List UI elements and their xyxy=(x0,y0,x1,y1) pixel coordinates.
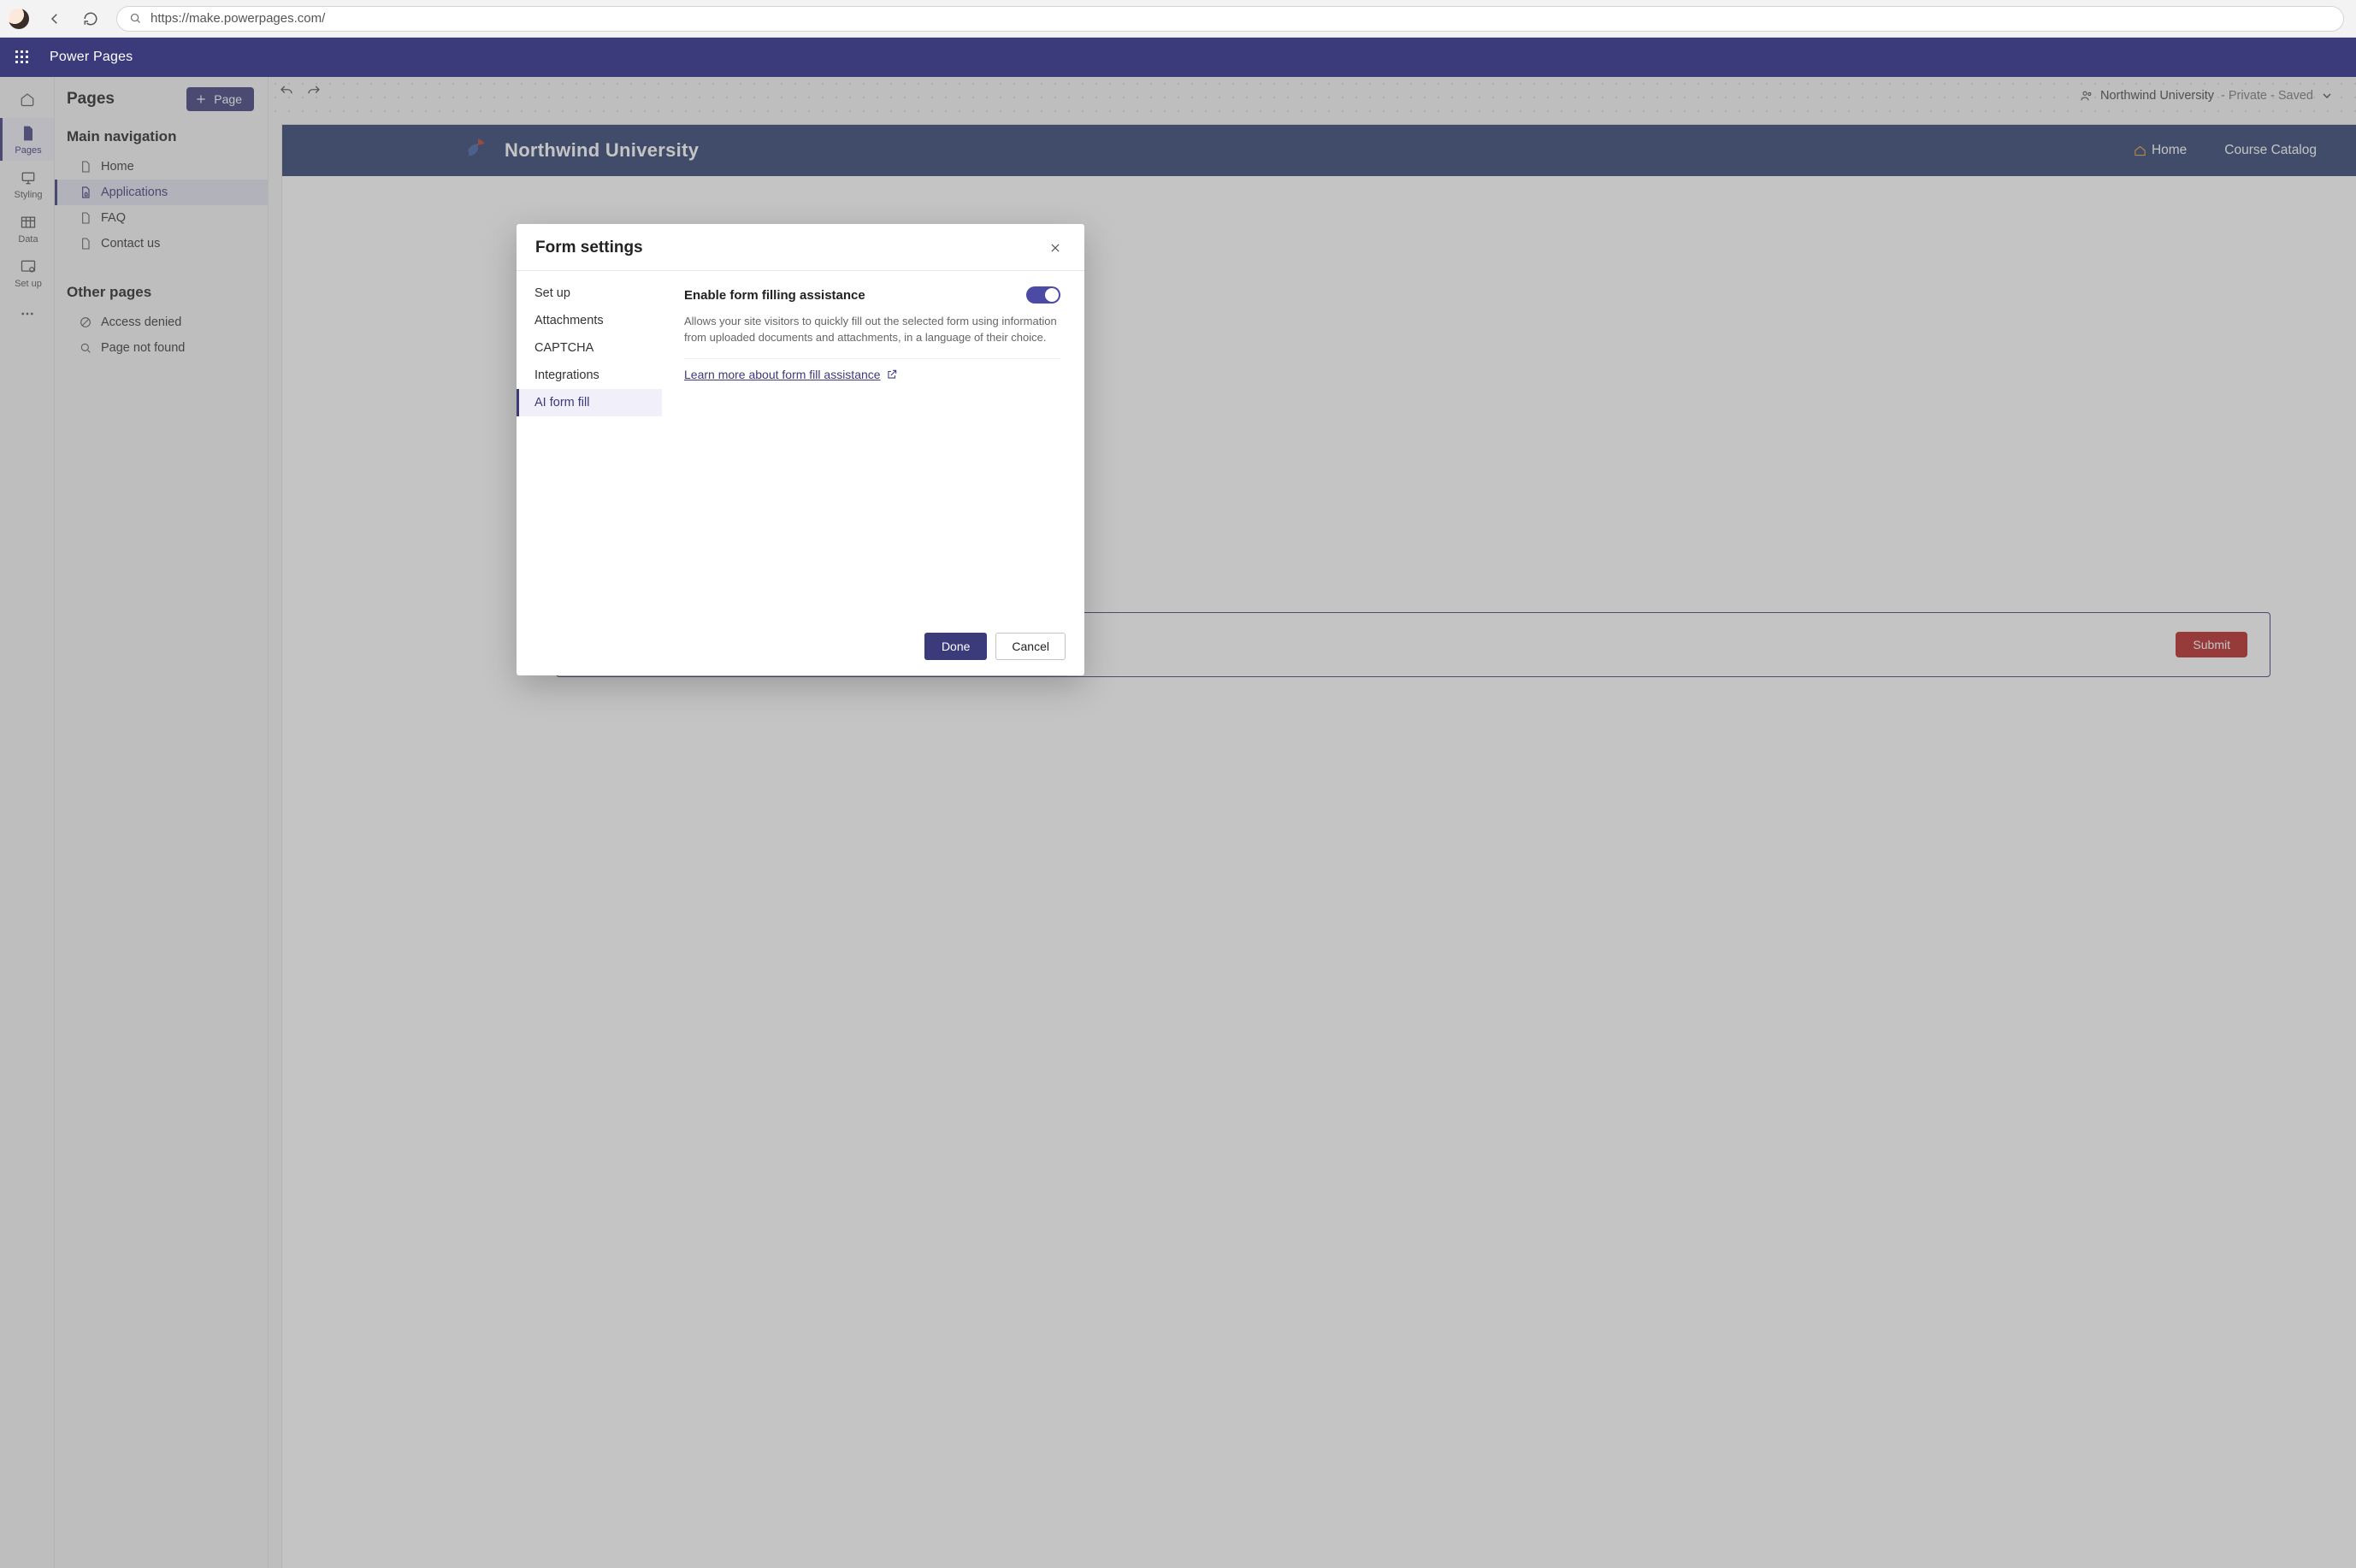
modal-content: Enable form filling assistance Allows yo… xyxy=(662,271,1084,621)
form-settings-modal: Form settings Set up Attachments CAPTCHA… xyxy=(517,224,1084,675)
modal-title: Form settings xyxy=(535,239,643,257)
modal-nav-attachments[interactable]: Attachments xyxy=(517,307,662,334)
modal-nav-ai-form-fill[interactable]: AI form fill xyxy=(517,389,662,416)
search-icon xyxy=(129,12,142,25)
browser-chrome: https://make.powerpages.com/ xyxy=(0,0,2356,38)
external-link-icon xyxy=(886,368,898,380)
refresh-button[interactable] xyxy=(80,9,101,29)
setting-description: Allows your site visitors to quickly fil… xyxy=(684,314,1060,359)
modal-footer: Done Cancel xyxy=(517,621,1084,675)
done-button[interactable]: Done xyxy=(924,633,987,660)
enable-assistance-toggle[interactable] xyxy=(1026,286,1060,304)
modal-close-button[interactable] xyxy=(1045,238,1066,258)
cancel-button[interactable]: Cancel xyxy=(995,633,1066,660)
modal-nav-integrations[interactable]: Integrations xyxy=(517,362,662,389)
learn-more-link[interactable]: Learn more about form fill assistance xyxy=(684,368,898,381)
close-icon xyxy=(1049,242,1061,254)
app-bar: Power Pages xyxy=(0,38,2356,77)
app-launcher-icon[interactable] xyxy=(15,50,29,64)
address-bar[interactable]: https://make.powerpages.com/ xyxy=(116,6,2344,32)
profile-avatar[interactable] xyxy=(9,9,29,29)
modal-scrim[interactable] xyxy=(0,77,2356,1568)
setting-title: Enable form filling assistance xyxy=(684,288,865,303)
modal-nav-captcha[interactable]: CAPTCHA xyxy=(517,334,662,362)
modal-nav: Set up Attachments CAPTCHA Integrations … xyxy=(517,271,662,621)
modal-nav-setup[interactable]: Set up xyxy=(517,280,662,307)
app-title: Power Pages xyxy=(50,50,133,65)
back-button[interactable] xyxy=(44,9,65,29)
learn-link-label: Learn more about form fill assistance xyxy=(684,368,881,381)
url-text: https://make.powerpages.com/ xyxy=(151,11,325,26)
